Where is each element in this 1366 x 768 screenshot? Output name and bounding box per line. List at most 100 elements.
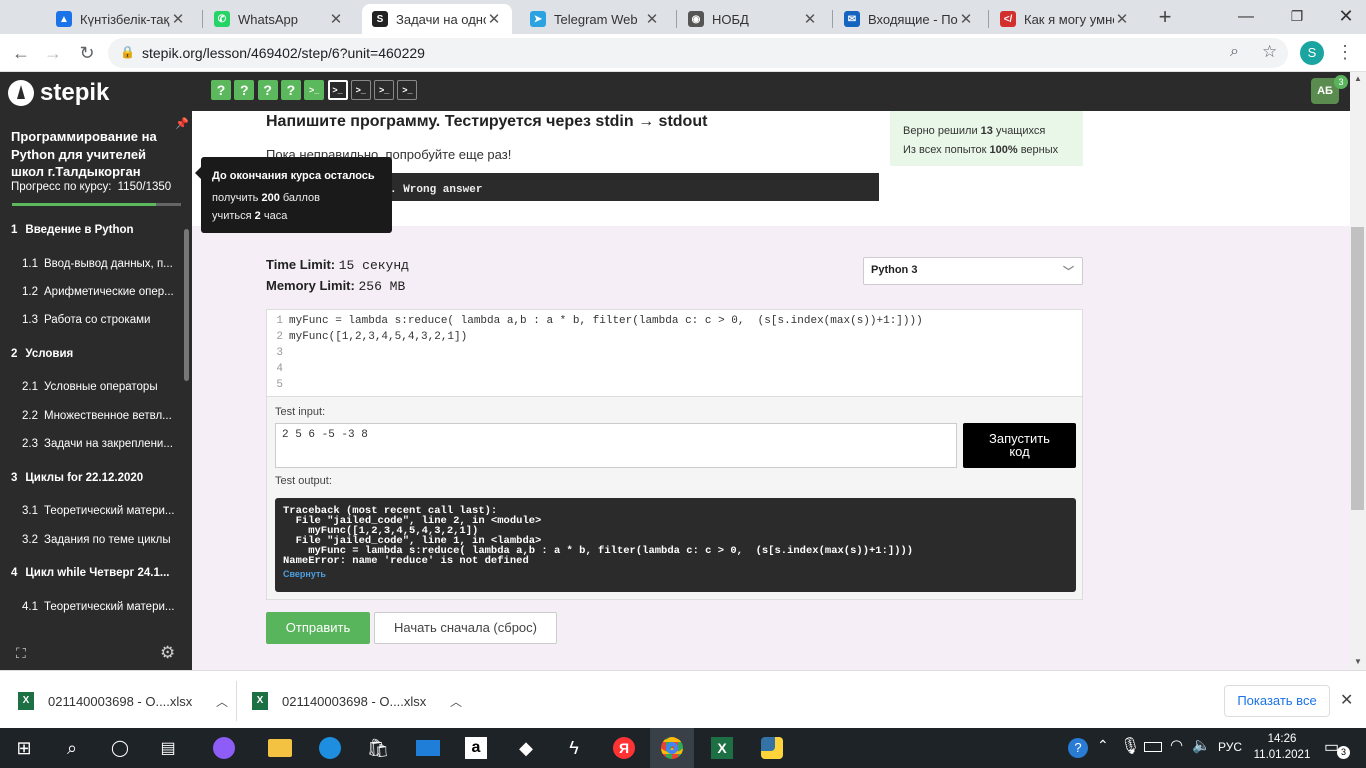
scroll-up-arrow[interactable]: ▲ bbox=[1354, 74, 1362, 83]
zoom-icon[interactable]: ⌕ bbox=[1230, 43, 1239, 61]
sidebar-section[interactable]: 4 Цикл while Четверг 24.1... bbox=[0, 558, 184, 588]
mail-icon[interactable] bbox=[408, 732, 448, 764]
stepik-logo[interactable]: stepik bbox=[8, 79, 109, 107]
reload-button[interactable]: ↻ bbox=[74, 40, 100, 66]
sidebar-lesson[interactable]: 3.1 Теоретический матери... bbox=[0, 496, 184, 526]
sidebar-lesson[interactable]: 2.1 Условные операторы bbox=[0, 372, 184, 402]
windows-taskbar: ⊞ ⌕ ◯ ▤ 🛍 a ◆ ϟ Я X ? ⌃ 🎙 ◠ 🔈 РУС 14:26 … bbox=[0, 728, 1366, 768]
close-tab-icon[interactable]: ✕ bbox=[170, 10, 186, 28]
browser-tab[interactable]: ✆ WhatsApp ✕ bbox=[204, 4, 354, 34]
browser-tab[interactable]: ➤ Telegram Web ✕ bbox=[520, 4, 670, 34]
quiz-step-button[interactable]: ? bbox=[257, 80, 278, 100]
code-step-button[interactable]: >_ bbox=[397, 80, 418, 100]
amazon-icon[interactable]: a bbox=[456, 732, 496, 764]
edge-browser-icon[interactable] bbox=[310, 732, 350, 764]
scroll-down-arrow[interactable]: ▼ bbox=[1354, 657, 1362, 666]
cortana-icon[interactable]: ◯ bbox=[100, 732, 140, 764]
download-item[interactable]: X 021140003698 - О....xlsx ︿ bbox=[18, 681, 237, 721]
sidebar-lesson[interactable]: 1.1 Ввод-вывод данных, п... bbox=[0, 249, 184, 279]
run-code-button[interactable]: Запустить код bbox=[963, 423, 1076, 468]
browser-tab[interactable]: ◉ НОБД ✕ bbox=[678, 4, 828, 34]
power-tool-icon[interactable]: ϟ bbox=[554, 732, 594, 764]
store-icon[interactable]: 🛍 bbox=[358, 732, 398, 764]
search-icon[interactable]: ⌕ bbox=[52, 732, 92, 764]
browser-tab[interactable]: </ Как я могу умно ✕ bbox=[990, 4, 1140, 34]
scroll-thumb[interactable] bbox=[1351, 227, 1364, 510]
sidebar-section[interactable]: 3 Циклы for 22.12.2020 bbox=[0, 463, 184, 493]
sidebar-lesson[interactable]: 3.2 Задания по теме циклы bbox=[0, 525, 184, 555]
browser-tab[interactable]: S Задачи на одном✕ bbox=[362, 4, 512, 34]
microphone-icon[interactable]: 🎙 bbox=[1120, 736, 1140, 756]
close-tab-icon[interactable]: ✕ bbox=[1114, 10, 1130, 28]
quiz-step-button[interactable]: ? bbox=[234, 80, 255, 100]
stats-success-rate: Из всех попыток 100% верных bbox=[903, 144, 1059, 156]
sidebar-lesson[interactable]: 1.2 Арифметические опер... bbox=[0, 277, 184, 307]
chevron-up-icon[interactable]: ︿ bbox=[216, 693, 228, 710]
app-purple-icon[interactable] bbox=[204, 732, 244, 764]
chrome-icon[interactable] bbox=[650, 728, 694, 768]
python-icon[interactable] bbox=[752, 732, 792, 764]
input-language[interactable]: РУС bbox=[1218, 740, 1242, 754]
file-explorer-icon[interactable] bbox=[260, 732, 300, 764]
browser-tab[interactable]: ▲ Күнтізбелік-тақы ✕ bbox=[46, 4, 196, 34]
tab-title: НОБД bbox=[712, 11, 749, 27]
clock[interactable]: 14:26 11.01.2021 bbox=[1252, 731, 1312, 763]
quiz-step-button[interactable]: ? bbox=[280, 80, 301, 100]
chevron-up-icon[interactable]: ︿ bbox=[450, 693, 462, 710]
task-view-icon[interactable]: ▤ bbox=[148, 732, 188, 764]
show-hidden-icons[interactable]: ⌃ bbox=[1097, 737, 1109, 754]
sidebar-lesson[interactable]: 2.2 Множественное ветвл... bbox=[0, 401, 184, 431]
submit-button[interactable]: Отправить bbox=[266, 612, 370, 644]
code-editor[interactable]: 1 myFunc = lambda s:reduce( lambda a,b : … bbox=[266, 309, 1083, 397]
collapse-link[interactable]: Свернуть bbox=[283, 569, 1068, 579]
excel-icon[interactable]: X bbox=[702, 732, 742, 764]
language-select[interactable]: Python 3 ﹀ bbox=[863, 257, 1083, 285]
close-window-button[interactable]: ✕ bbox=[1336, 6, 1356, 26]
battery-icon[interactable] bbox=[1144, 742, 1162, 752]
code-step-button[interactable]: >_ bbox=[350, 80, 371, 100]
sidebar-lesson[interactable]: 2.3 Задачи на закреплени... bbox=[0, 429, 184, 459]
item-number: 2 bbox=[11, 348, 18, 360]
minimize-button[interactable]: — bbox=[1236, 8, 1256, 28]
yandex-icon[interactable]: Я bbox=[604, 732, 644, 764]
windows-start-icon[interactable]: ⊞ bbox=[4, 732, 44, 764]
show-all-downloads-button[interactable]: Показать все bbox=[1224, 685, 1330, 717]
sidebar-section[interactable]: 2 Условия bbox=[0, 339, 184, 369]
notification-count: 3 bbox=[1337, 746, 1350, 759]
quiz-step-button[interactable]: ? bbox=[211, 80, 231, 100]
code-step-button[interactable]: >_ bbox=[327, 80, 348, 100]
sidebar-scrollbar[interactable] bbox=[184, 229, 189, 381]
sidebar-lesson[interactable]: 1.3 Работа со строками bbox=[0, 305, 184, 335]
reset-button[interactable]: Начать сначала (сброс) bbox=[374, 612, 557, 644]
browser-menu-icon[interactable]: ⋮ bbox=[1336, 42, 1354, 62]
profile-avatar[interactable]: S bbox=[1300, 41, 1324, 65]
close-tab-icon[interactable]: ✕ bbox=[644, 10, 660, 28]
tab-separator bbox=[202, 10, 203, 28]
close-tab-icon[interactable]: ✕ bbox=[802, 10, 818, 28]
new-tab-button[interactable]: + bbox=[1152, 5, 1178, 31]
wifi-icon[interactable]: ◠ bbox=[1170, 736, 1183, 754]
close-tab-icon[interactable]: ✕ bbox=[328, 10, 344, 28]
settings-gear-icon[interactable]: ⚙ bbox=[160, 643, 175, 663]
close-tab-icon[interactable]: ✕ bbox=[486, 10, 502, 28]
code-step-button[interactable]: >_ bbox=[374, 80, 395, 100]
browser-tab[interactable]: ✉ Входящие - Почт✕ bbox=[834, 4, 984, 34]
address-bar[interactable]: 🔒 stepik.org/lesson/469402/step/6?unit=4… bbox=[108, 38, 1288, 68]
volume-icon[interactable]: 🔈 bbox=[1192, 736, 1211, 754]
expand-icon[interactable]: ⛶ bbox=[16, 645, 26, 662]
back-button[interactable]: ← bbox=[8, 40, 34, 66]
sidebar-lesson[interactable]: 4.1 Теоретический матери... bbox=[0, 592, 184, 622]
code-step-button[interactable]: >_ bbox=[304, 80, 325, 100]
bookmark-star-icon[interactable]: ☆ bbox=[1262, 42, 1277, 62]
close-downloads-icon[interactable]: ✕ bbox=[1340, 690, 1353, 710]
restore-button[interactable]: ❐ bbox=[1287, 8, 1307, 28]
test-input-field[interactable]: 2 5 6 -5 -3 8 bbox=[275, 423, 957, 468]
sidebar-section[interactable]: 1 Введение в Python bbox=[0, 215, 184, 245]
close-tab-icon[interactable]: ✕ bbox=[958, 10, 974, 28]
page-scrollbar[interactable]: ▲ ▼ bbox=[1350, 72, 1366, 670]
dropbox-icon[interactable]: ◆ bbox=[506, 732, 546, 764]
course-title[interactable]: Программирование на Python для учителей … bbox=[11, 128, 181, 181]
download-item[interactable]: X 021140003698 - О....xlsx ︿ bbox=[252, 687, 462, 715]
help-icon[interactable]: ? bbox=[1068, 738, 1088, 758]
forward-button[interactable]: → bbox=[40, 40, 66, 66]
